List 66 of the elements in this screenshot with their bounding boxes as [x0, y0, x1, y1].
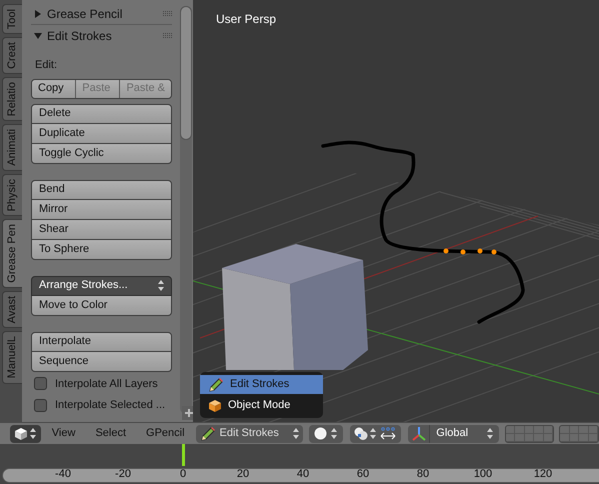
updown-arrows-icon	[486, 428, 493, 439]
frame-number: -20	[114, 466, 132, 482]
pencil-icon	[200, 426, 216, 442]
arrows-icon	[378, 426, 397, 440]
sidebar-tab[interactable]: Relatio	[2, 77, 22, 122]
frame-number: 40	[296, 466, 310, 482]
clipboard-button[interactable]: Copy	[32, 80, 76, 98]
panel-header[interactable]: Grease Pencil	[31, 3, 172, 25]
tool-button[interactable]: Bend	[31, 180, 172, 200]
tool-button[interactable]: Interpolate	[31, 332, 172, 352]
checkbox-label: Interpolate All Layers	[55, 376, 158, 392]
mode-dropdown[interactable]: Edit Strokes	[196, 424, 303, 442]
menu-button[interactable]: GPencil	[146, 425, 185, 442]
pivot-icon	[354, 427, 368, 440]
frame-number: 20	[236, 466, 250, 482]
tool-button[interactable]: Sequence	[31, 352, 172, 372]
sidebar-tab[interactable]: Grease Pen	[2, 219, 22, 288]
tool-button[interactable]: Toggle Cyclic	[31, 144, 172, 164]
updown-arrows-icon	[331, 428, 338, 439]
sidebar-tab[interactable]: Creat	[2, 37, 22, 74]
panel-header[interactable]: Edit Strokes	[31, 25, 172, 47]
playhead	[182, 444, 185, 466]
scrollbar-thumb[interactable]	[180, 6, 192, 140]
menu-item[interactable]: Edit Strokes	[200, 375, 323, 394]
frame-number: 100	[472, 466, 494, 482]
tool-button[interactable]: Mirror	[31, 200, 172, 220]
menu-button[interactable]: View	[52, 425, 76, 442]
layers-grid[interactable]	[504, 424, 554, 442]
tool-button[interactable]: Shear	[31, 220, 172, 240]
checkbox[interactable]	[34, 398, 47, 412]
edit-label: Edit:	[34, 58, 58, 73]
layers-grid[interactable]	[559, 424, 599, 442]
cube-icon	[208, 398, 222, 412]
frame-number: -40	[54, 466, 72, 482]
sidebar-tab[interactable]: Avast	[2, 291, 22, 328]
frame-number: 0	[178, 466, 188, 482]
shading-dropdown[interactable]	[308, 424, 343, 442]
expand-triangle-icon	[34, 10, 42, 18]
sidebar-tab[interactable]: Tool	[2, 4, 22, 34]
pencil-icon	[208, 376, 224, 392]
frame-number: 60	[356, 466, 370, 482]
pivot-dropdown[interactable]	[350, 424, 402, 442]
tool-button[interactable]: Delete	[31, 104, 172, 124]
checkbox-label: Interpolate Selected ...	[55, 398, 166, 413]
updown-arrows-icon	[370, 428, 376, 439]
sidebar-tab[interactable]: Physic	[2, 174, 22, 216]
axes-icon	[410, 426, 427, 442]
updown-arrows-icon	[158, 280, 164, 291]
dropdown-button[interactable]: Arrange Strokes...	[31, 276, 172, 296]
cube-icon	[14, 426, 28, 440]
tool-button[interactable]: Move to Color	[31, 296, 172, 316]
editor-type-button[interactable]	[10, 424, 41, 442]
menu-item[interactable]: Object Mode	[200, 396, 323, 415]
sphere-icon	[314, 427, 328, 440]
viewport-label: User Persp	[216, 11, 276, 28]
tool-button[interactable]: Duplicate	[31, 124, 172, 144]
collapse-triangle-icon	[34, 32, 42, 40]
menu-button[interactable]: Select	[95, 425, 126, 442]
frame-number: 80	[416, 466, 430, 482]
tool-button[interactable]: To Sphere	[31, 240, 172, 260]
checkbox[interactable]	[34, 377, 47, 390]
frame-number: 120	[532, 466, 554, 482]
sidebar-tab[interactable]: Animati	[2, 124, 22, 172]
sidebar-tab[interactable]: ManuelL	[2, 331, 22, 384]
updown-arrows-icon	[292, 428, 299, 439]
updown-arrows-icon	[30, 428, 36, 439]
